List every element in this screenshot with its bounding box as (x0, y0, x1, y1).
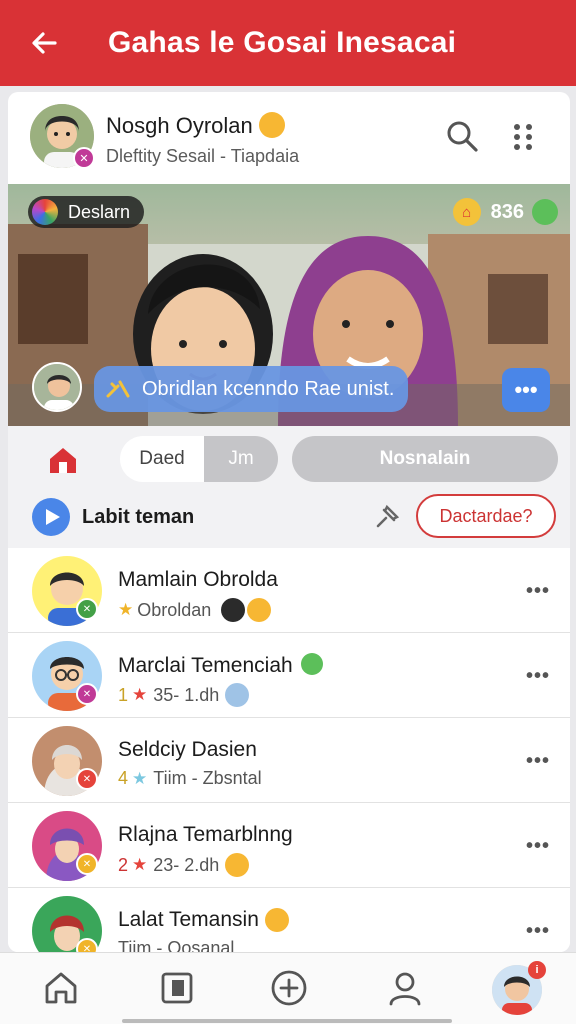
list-item[interactable]: ✕ Mamlain Obrolda ★ Obroldan ••• (8, 548, 570, 633)
star-icon: ★ (118, 600, 134, 619)
back-arrow-icon[interactable] (18, 17, 70, 69)
profile-header: ✕ Nosgh Oyrolan Dleftity Sesail - Tiapda… (8, 92, 570, 184)
more-vertical-icon[interactable] (506, 120, 540, 154)
more-options-icon[interactable]: ••• (526, 750, 550, 773)
friend-name: Marclai Temenciah (118, 653, 323, 678)
more-options-icon[interactable]: ••• (526, 835, 550, 858)
section-title: Labit teman (82, 506, 195, 528)
emoji-icon (247, 598, 272, 622)
bottom-nav: i (0, 952, 576, 1024)
play-icon[interactable] (32, 498, 70, 536)
star-icon: ★ (132, 855, 148, 874)
main-card: ✕ Nosgh Oyrolan Dleftity Sesail - Tiapda… (8, 92, 570, 952)
filter-bar: Daed Jm Nosnalain (8, 426, 570, 492)
home-indicator (122, 1019, 452, 1023)
profile-icon[interactable] (384, 967, 426, 1009)
house-coin-icon: ⌂ (452, 198, 481, 226)
segment-jm[interactable]: Jm (204, 436, 278, 482)
friend-subtitle: 1 ★ 35- 1.dh (118, 683, 250, 707)
friend-subtitle: Tiim - Oosanal (118, 938, 235, 952)
more-options-icon[interactable]: ••• (526, 665, 550, 688)
friend-subtitle: 4 ★ Tiim - Zbsntal (118, 768, 262, 788)
add-icon[interactable] (268, 967, 310, 1009)
bubble-more-button[interactable]: ••• (502, 368, 550, 412)
more-options-icon[interactable]: ••• (526, 580, 550, 603)
person-emoji-icon (221, 598, 246, 622)
friend-list: ✕ Mamlain Obrolda ★ Obroldan ••• ✕ Marcla… (8, 548, 570, 952)
friend-name: Lalat Temansin (118, 908, 289, 933)
bandage-icon (225, 683, 250, 707)
commenter-avatar[interactable] (32, 362, 82, 412)
friend-name: Mamlain Obrolda (118, 568, 278, 591)
live-chip[interactable]: Deslarn (28, 196, 145, 228)
status-badge: ✕ (76, 598, 98, 620)
list-item[interactable]: ✕ Rlajna Temarblnng 2 ★ 23- 2.dh ••• (8, 803, 570, 888)
gem-icon (300, 653, 323, 675)
home-icon[interactable] (40, 967, 82, 1009)
search-icon[interactable] (444, 118, 480, 154)
profile-name: Nosgh Oyrolan (106, 112, 285, 139)
emoji-icon (258, 112, 285, 138)
emoji-icon (264, 908, 289, 933)
more-options-icon[interactable]: ••• (526, 920, 550, 943)
list-item[interactable]: ✕ Seldciy Dasien 4 ★ Tiim - Zbsntal ••• (8, 718, 570, 803)
list-item[interactable]: ✕ Lalat Temansin Tiim - Oosanal ••• (8, 888, 570, 952)
hero-photo[interactable]: Deslarn ⌂ 836 Obridlan kcenndo Rae unist… (8, 184, 570, 426)
pin-icon[interactable] (374, 504, 400, 530)
notification-badge: i (528, 961, 546, 979)
list-item[interactable]: ✕ Marclai Temenciah 1 ★ 35- 1.dh ••• (8, 633, 570, 718)
home-filter-icon[interactable] (46, 444, 80, 476)
gem-icon (532, 199, 558, 225)
coin-counter[interactable]: ⌂ 836 (452, 196, 558, 228)
bubble-text: Obridlan kcenndo Rae unist. (142, 377, 395, 400)
app-bar: Gahas le Gosai Inesacai (0, 0, 576, 86)
app-title: Gahas le Gosai Inesacai (108, 26, 457, 59)
friend-subtitle: ★ Obroldan (118, 598, 272, 622)
book-icon[interactable] (156, 967, 198, 1009)
live-icon (32, 199, 58, 225)
status-badge: ✕ (76, 683, 98, 705)
sparkle-icon (106, 380, 130, 398)
friend-name: Rlajna Temarblnng (118, 823, 293, 846)
filter-pill-button[interactable]: Nosnalain (292, 436, 558, 482)
emoji-icon (225, 853, 250, 877)
coin-value: 836 (490, 200, 524, 223)
message-bubble[interactable]: Obridlan kcenndo Rae unist. (94, 366, 408, 412)
star-icon: ★ (132, 685, 148, 704)
live-label: Deslarn (68, 201, 131, 222)
star-icon: ★ (132, 768, 148, 788)
profile-badge-icon: ✕ (73, 147, 95, 169)
section-header: Labit teman Dactardae? (8, 492, 570, 548)
segment-daed[interactable]: Daed (120, 436, 204, 482)
friend-name: Seldciy Dasien (118, 738, 257, 761)
friend-subtitle: 2 ★ 23- 2.dh (118, 853, 250, 877)
dactardae-button[interactable]: Dactardae? (416, 494, 556, 538)
status-badge: ✕ (76, 768, 98, 790)
status-badge: ✕ (76, 853, 98, 875)
profile-subtitle: Dleftity Sesail - Tiapdaia (106, 146, 300, 166)
